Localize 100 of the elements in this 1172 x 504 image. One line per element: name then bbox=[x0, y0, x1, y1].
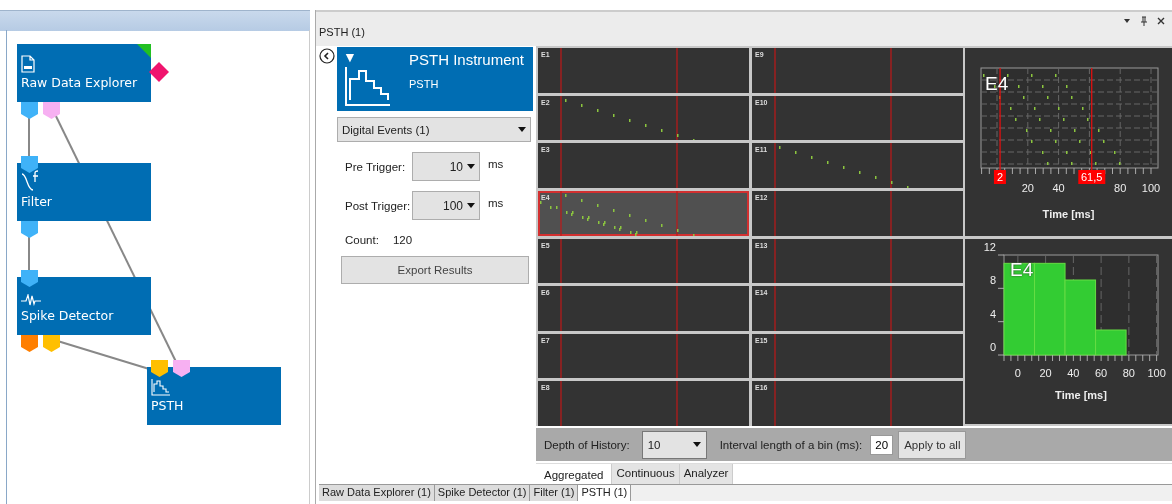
dropdown-value: 10 bbox=[449, 159, 463, 174]
apply-button[interactable]: Apply to all bbox=[898, 430, 967, 459]
axis-title: Time [ms] bbox=[1055, 389, 1107, 401]
cursor-line bbox=[774, 48, 776, 93]
axis-tick-label: 4 bbox=[989, 307, 996, 320]
axis-tick-label: 80 bbox=[1114, 182, 1127, 194]
cursor-line bbox=[774, 143, 776, 188]
port-icon[interactable] bbox=[21, 156, 38, 173]
caret-icon bbox=[467, 164, 475, 169]
field-label: Depth of History: bbox=[544, 438, 630, 451]
axis-tick-label: 40 bbox=[1052, 182, 1065, 194]
raw-file-icon bbox=[21, 55, 35, 73]
depth-dropdown[interactable]: 10 bbox=[641, 430, 707, 459]
unit-label: ms bbox=[488, 158, 504, 170]
histogram-icon bbox=[344, 67, 390, 107]
node-label: Raw Data Explorer bbox=[21, 75, 139, 90]
caret-icon bbox=[518, 127, 526, 132]
view-tab[interactable]: Continuous bbox=[612, 464, 680, 484]
cursor-marker[interactable]: 2 bbox=[994, 170, 1007, 184]
cursor-line bbox=[676, 381, 678, 426]
axis-tick-label: 12 bbox=[983, 241, 996, 253]
axis-title: Time [ms] bbox=[1041, 208, 1096, 220]
instrument-title: PSTH Instrument bbox=[409, 51, 525, 68]
unit-label: ms bbox=[488, 197, 504, 209]
document-title: PSTH (1) bbox=[319, 26, 365, 38]
document-tab[interactable]: Raw Data Explorer (1) bbox=[319, 485, 435, 501]
close-icon[interactable] bbox=[1156, 16, 1166, 26]
filter-curve-icon bbox=[21, 170, 41, 192]
axis-tick-label: 20 bbox=[1021, 182, 1034, 194]
cursor-line bbox=[774, 190, 776, 236]
pin-icon[interactable] bbox=[1139, 16, 1149, 26]
spike-icon bbox=[21, 294, 41, 306]
axis-tick-label: 60 bbox=[1095, 367, 1108, 379]
cursor-line bbox=[676, 286, 678, 331]
cursor-line bbox=[560, 238, 562, 284]
axis-tick-label: 100 bbox=[1147, 367, 1166, 379]
cursor-line bbox=[774, 333, 776, 379]
cursor-line bbox=[676, 48, 678, 93]
cursor-line bbox=[890, 333, 892, 379]
cursor-marker[interactable]: 61,5 bbox=[1078, 170, 1106, 184]
status-corner-icon bbox=[137, 44, 151, 58]
dropdown-value: 10 bbox=[647, 438, 661, 451]
document-tab[interactable]: PSTH (1) bbox=[578, 485, 632, 501]
cursor-line bbox=[676, 333, 678, 379]
dropdown-value: Digital Events (1) bbox=[342, 123, 430, 136]
document-tab[interactable]: Spike Detector (1) bbox=[434, 485, 531, 501]
value-dropdown[interactable]: 100 bbox=[412, 191, 480, 220]
axis-tick-label: 80 bbox=[1122, 367, 1135, 379]
cursor-line bbox=[774, 95, 776, 141]
cursor-line bbox=[890, 286, 892, 331]
axis-tick-label: 40 bbox=[1067, 367, 1080, 379]
port-icon[interactable] bbox=[151, 360, 168, 377]
value-dropdown[interactable]: 10 bbox=[412, 152, 480, 181]
cursor-line bbox=[774, 238, 776, 284]
node-label: Filter bbox=[21, 194, 53, 209]
document-tab[interactable]: Filter (1) bbox=[530, 485, 579, 501]
collapse-button[interactable] bbox=[319, 48, 335, 64]
cursor-line bbox=[560, 286, 562, 331]
field-label: Pre Trigger: bbox=[345, 160, 407, 173]
cursor-line bbox=[560, 381, 562, 426]
node-label: PSTH bbox=[151, 398, 185, 413]
node-label: Spike Detector bbox=[21, 308, 115, 323]
count-label: Count: bbox=[345, 234, 379, 246]
cursor-line bbox=[890, 381, 892, 426]
port-icon[interactable] bbox=[21, 270, 38, 287]
count-value: 120 bbox=[392, 234, 413, 246]
cursor-line bbox=[774, 286, 776, 331]
cursor-line bbox=[560, 333, 562, 379]
cursor-line bbox=[560, 95, 562, 141]
source-dropdown[interactable]: Digital Events (1) bbox=[337, 117, 531, 142]
histogram-icon bbox=[151, 378, 171, 396]
axis-tick-label: 100 bbox=[1141, 182, 1161, 194]
cursor-line bbox=[890, 143, 892, 188]
axis-tick-label: 8 bbox=[989, 274, 996, 287]
port-icon[interactable] bbox=[173, 360, 190, 377]
cursor-line bbox=[890, 190, 892, 236]
axis-tick-label: 0 bbox=[1014, 367, 1021, 379]
cursor-line bbox=[774, 381, 776, 426]
caret-icon bbox=[692, 442, 701, 447]
axis-tick-label: 20 bbox=[1039, 367, 1052, 379]
cursor-line bbox=[890, 238, 892, 284]
axis-tick-label: 0 bbox=[989, 341, 996, 353]
cursor-line bbox=[676, 95, 678, 141]
cursor-line bbox=[560, 48, 562, 93]
field-label: Post Trigger: bbox=[345, 199, 412, 212]
view-tab[interactable]: Analyzer bbox=[679, 464, 734, 484]
cursor-line bbox=[676, 143, 678, 188]
diamond-icon bbox=[149, 62, 169, 82]
interval-field[interactable]: 20 bbox=[870, 434, 894, 455]
dropdown-value: 100 bbox=[442, 198, 463, 213]
channel-title: E4 bbox=[1010, 259, 1034, 281]
cursor-line bbox=[890, 48, 892, 93]
cursor-line bbox=[890, 95, 892, 141]
collapse-toggle[interactable]: ▼ bbox=[343, 49, 357, 65]
cursor-line bbox=[560, 190, 562, 236]
export-button[interactable]: Export Results bbox=[341, 256, 529, 284]
instrument-subtitle: PSTH bbox=[409, 78, 439, 90]
field-label: Interval length of a bin (ms): bbox=[719, 438, 863, 451]
cursor-line bbox=[676, 190, 678, 236]
cursor-line bbox=[676, 238, 678, 284]
